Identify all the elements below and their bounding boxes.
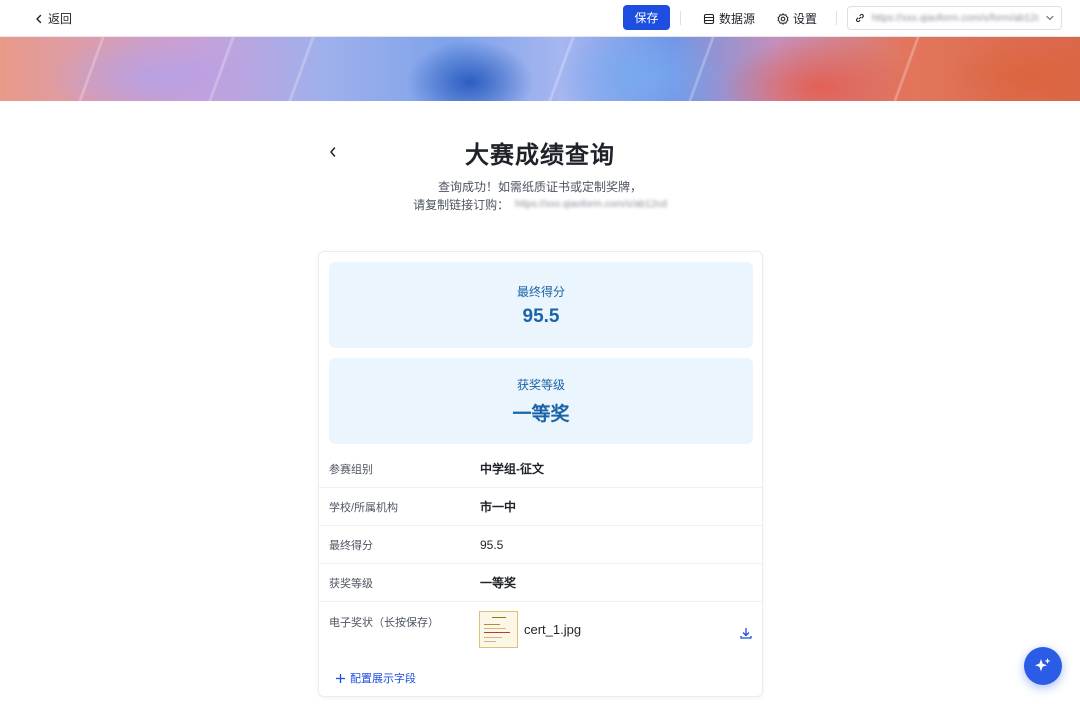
field-row: 参赛组别 中学组-征文: [319, 450, 762, 488]
back-button[interactable]: 返回: [34, 10, 72, 27]
ai-assistant-button[interactable]: [1024, 647, 1062, 685]
back-label: 返回: [48, 12, 73, 26]
chevron-down-icon: [1046, 15, 1054, 21]
form-link-select[interactable]: https://xxx.qiaoform.com/s/form/ab12cd: [847, 6, 1062, 30]
settings-button[interactable]: 设置: [777, 10, 817, 27]
plus-icon: [336, 673, 345, 683]
award-level-label: 获奖等级: [516, 378, 565, 392]
database-icon: [703, 13, 715, 24]
top-bar: 返回 保存 数据源 设置 https://xxx.qiaoform.com/s/…: [0, 0, 1080, 37]
toolbar-divider: [836, 11, 837, 25]
datasource-label: 数据源: [719, 12, 756, 26]
certificate-file-name[interactable]: cert_1.jpg: [524, 622, 581, 637]
chevron-left-icon: [36, 14, 42, 23]
field-value: 中学组-征文: [480, 462, 544, 476]
header-banner: [0, 37, 1080, 101]
page-title: 大赛成绩查询: [465, 142, 615, 169]
field-row: 最终得分 95.5: [319, 526, 762, 564]
save-button[interactable]: 保存: [623, 5, 670, 30]
field-label: 参赛组别: [329, 463, 373, 476]
result-card: 最终得分 95.5 获奖等级 一等奖 参赛组别 中学组-征文 学校/所属机构 市…: [318, 251, 763, 697]
field-label: 电子奖状（长按保存）: [329, 617, 439, 629]
final-score-box: 最终得分 95.5: [329, 262, 753, 348]
settings-label: 设置: [793, 12, 818, 26]
final-score-label: 最终得分: [516, 284, 565, 299]
field-value: 一等奖: [480, 576, 517, 590]
certificate-row: 电子奖状（长按保存） cert_1.jpg: [319, 601, 762, 653]
configure-fields-label: 配置展示字段: [350, 673, 416, 685]
form-link-value: https://xxx.qiaoform.com/s/form/ab12cd: [871, 12, 1040, 24]
download-icon[interactable]: [739, 626, 753, 640]
order-link-prefix: 请复制链接订购：: [413, 198, 510, 212]
field-value: 95.5: [480, 537, 504, 552]
certificate-thumbnail[interactable]: [479, 611, 518, 648]
field-label: 获奖等级: [329, 577, 373, 590]
field-label: 最终得分: [329, 539, 373, 552]
gear-icon: [777, 12, 789, 25]
success-message: 查询成功！如需纸质证书或定制奖牌，: [437, 180, 642, 194]
field-row: 学校/所属机构 市一中: [319, 488, 762, 526]
final-score-value: 95.5: [522, 305, 560, 327]
field-value: 市一中: [480, 500, 517, 514]
sparkle-icon: [1035, 658, 1051, 672]
link-icon: [856, 13, 864, 23]
order-link-line: 请复制链接订购： https://xxx.qiaoform.com/s/ab12…: [0, 196, 1080, 213]
datasource-button[interactable]: 数据源: [703, 10, 755, 27]
award-level-value: 一等奖: [512, 404, 570, 425]
order-link[interactable]: https://xxx.qiaoform.com/s/ab12cd: [515, 199, 667, 210]
configure-fields-button[interactable]: 配置展示字段: [335, 670, 416, 686]
field-row: 获奖等级 一等奖: [319, 564, 762, 602]
toolbar-divider: [680, 11, 681, 25]
award-level-box: 获奖等级 一等奖: [329, 358, 753, 444]
field-label: 学校/所属机构: [329, 501, 399, 514]
